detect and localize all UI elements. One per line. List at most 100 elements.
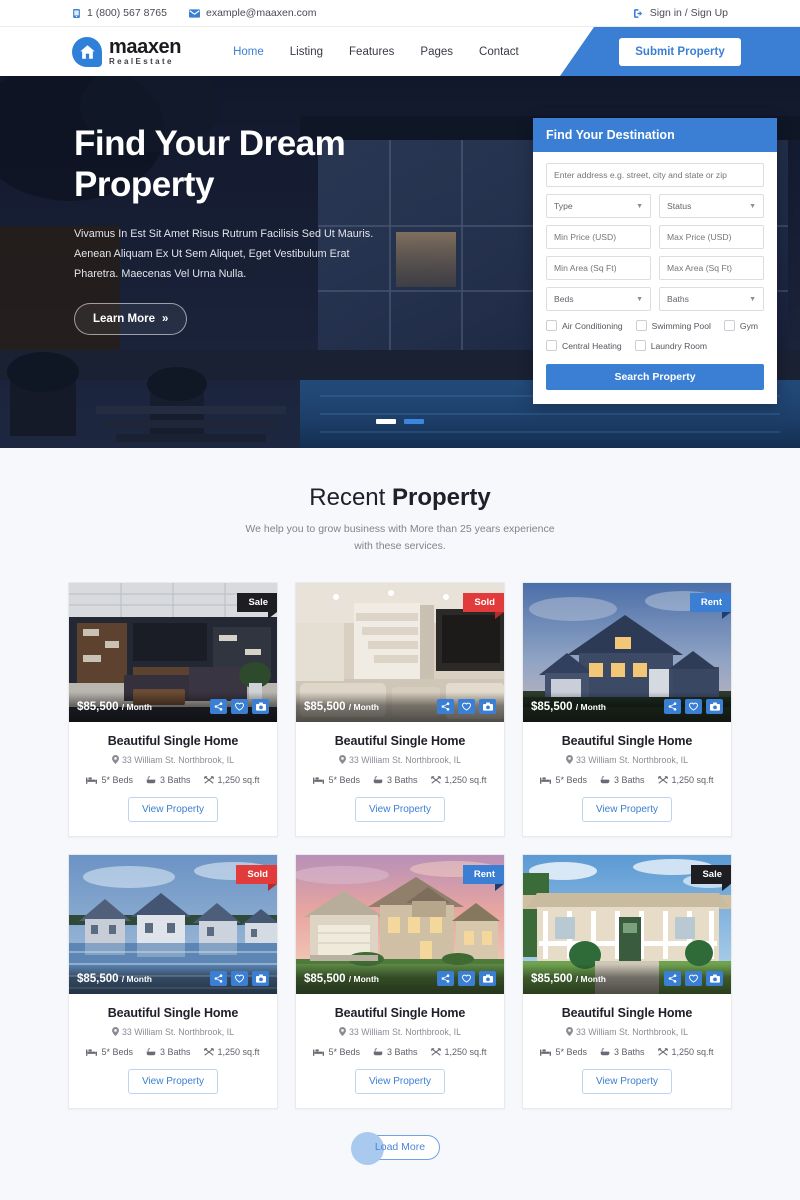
view-property-button[interactable]: View Property [354,796,446,822]
email-contact[interactable]: example@maaxen.com [188,7,316,19]
view-property-button[interactable]: View Property [581,796,673,822]
chevron-down-icon: ▼ [749,202,756,210]
search-property-button[interactable]: Search Property [546,364,764,390]
checkbox-icon[interactable] [635,320,647,331]
view-property-button[interactable]: View Property [581,1068,673,1094]
camera-icon[interactable] [252,971,269,987]
price-bar: $85,500 / Month [69,691,277,722]
property-card[interactable]: Sold $85,500 / Month Beautiful Single Ho… [295,581,505,837]
heart-icon[interactable] [458,971,475,987]
property-card[interactable]: Sale $85,500 / Month Beautiful Single Ho… [522,853,732,1109]
min-area-input[interactable] [546,256,651,280]
camera-icon[interactable] [252,699,269,715]
site-header: maaxen RealEstate Home Listing Features … [0,27,800,76]
recent-property-section: Recent Property We help you to grow busi… [0,448,800,1200]
amenity-laundry-room[interactable]: Laundry Room [634,340,707,351]
card-actions [437,699,496,715]
checkbox-icon[interactable] [634,340,646,351]
property-card[interactable]: Sale $85,500 / Month Beautiful Single Ho… [68,581,278,837]
spec-area-text: 1,250 sq.ft [671,1046,714,1057]
heart-icon[interactable] [685,971,702,987]
baths-select[interactable]: Baths ▼ [659,287,764,311]
bathtub-icon [146,1047,156,1056]
status-badge-label: Sale [702,868,722,880]
camera-icon[interactable] [706,971,723,987]
share-icon[interactable] [437,971,454,987]
search-row-address [546,163,764,187]
nav-item-features[interactable]: Features [349,46,394,58]
hero-content: Find Your Dream Property Vivamus In Est … [0,76,380,336]
card-body: Beautiful Single Home 33 William St. Nor… [523,722,731,836]
arrows-expand-icon [203,775,214,784]
card-actions [437,971,496,987]
status-badge-label: Sold [474,596,495,608]
heart-icon[interactable] [231,699,248,715]
signin-link[interactable]: Sign in / Sign Up [633,7,728,19]
price-unit: / Month [121,701,152,712]
beds-select[interactable]: Beds ▼ [546,287,651,311]
price-bar: $85,500 / Month [69,963,277,994]
nav-item-listing[interactable]: Listing [290,46,323,58]
property-specs: 5* Beds 3 Baths 1,250 sq.ft [79,775,267,785]
load-more-button[interactable]: Load More [350,1131,440,1165]
share-icon[interactable] [210,971,227,987]
amenity-gym[interactable]: Gym [723,320,758,331]
camera-icon[interactable] [479,699,496,715]
share-icon[interactable] [437,699,454,715]
submit-property-button[interactable]: Submit Property [619,37,741,66]
property-location-text: 33 William St. Northbrook, IL [576,754,688,765]
spec-baths-text: 3 Baths [613,1046,645,1057]
property-grid: Sale $85,500 / Month Beautiful Single Ho… [58,581,742,1109]
learn-more-button[interactable]: Learn More » [74,303,188,336]
amenity-central-heating[interactable]: Central Heating [546,340,622,351]
amenities-row-1: Air Conditioning Swimming Pool Gym [546,320,764,331]
amenity-swimming-pool[interactable]: Swimming Pool [635,320,711,331]
min-price-input[interactable] [546,225,651,249]
logo[interactable]: maaxen RealEstate [72,36,181,67]
share-icon[interactable] [210,699,227,715]
spec-baths: 3 Baths [373,775,418,785]
amenity-air-conditioning[interactable]: Air Conditioning [546,320,623,331]
property-card[interactable]: Rent $85,500 / Month Beautiful Single Ho… [295,853,505,1109]
search-row-beds-baths: Beds ▼ Baths ▼ [546,287,764,311]
load-more-label: Load More [374,1141,426,1154]
map-pin-icon [566,755,573,765]
spec-beds: 5* Beds [540,1047,587,1057]
phone-contact[interactable]: 1 (800) 567 8765 [72,7,167,19]
share-icon[interactable] [664,971,681,987]
view-property-button[interactable]: View Property [127,796,219,822]
share-icon[interactable] [664,699,681,715]
heart-icon[interactable] [458,699,475,715]
view-property-button[interactable]: View Property [354,1068,446,1094]
max-area-input[interactable] [659,256,764,280]
status-badge-label: Rent [473,868,495,880]
hero-slider-dot-2[interactable] [404,419,424,424]
camera-icon[interactable] [479,971,496,987]
view-property-button[interactable]: View Property [127,1068,219,1094]
hero-slider-dot-1[interactable] [376,419,396,424]
nav-item-home[interactable]: Home [233,46,264,58]
card-media: Sale $85,500 / Month [69,582,277,722]
spec-beds-text: 5* Beds [101,1046,133,1057]
checkbox-icon[interactable] [723,320,735,331]
nav-item-pages[interactable]: Pages [420,46,453,58]
max-price-input[interactable] [659,225,764,249]
learn-more-label: Learn More [93,313,155,326]
status-select[interactable]: Status ▼ [659,194,764,218]
camera-icon[interactable] [706,699,723,715]
property-price: $85,500 / Month [77,701,152,713]
phone-text: 1 (800) 567 8765 [87,7,167,19]
heart-icon[interactable] [685,699,702,715]
property-card[interactable]: Rent $85,500 / Month Beautiful Single Ho… [522,581,732,837]
checkbox-icon[interactable] [546,340,557,351]
type-select[interactable]: Type ▼ [546,194,651,218]
address-input[interactable] [546,163,764,187]
property-card[interactable]: Sold $85,500 / Month Beautiful Single Ho… [68,853,278,1109]
heart-icon[interactable] [231,971,248,987]
checkbox-icon[interactable] [546,320,557,331]
spec-area-text: 1,250 sq.ft [444,774,487,785]
nav-item-contact[interactable]: Contact [479,46,519,58]
search-row-type-status: Type ▼ Status ▼ [546,194,764,218]
card-media: Sold $85,500 / Month [296,582,504,722]
ribbon-tail [722,883,731,891]
